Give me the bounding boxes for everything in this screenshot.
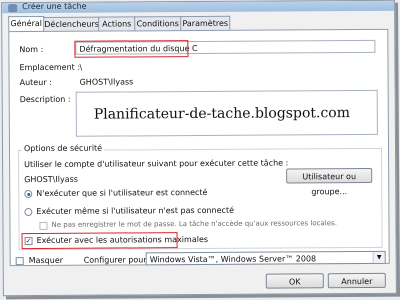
user-or-group-button[interactable]: Utilisateur ou groupe... <box>286 167 373 196</box>
tab-triggers-label: Déclencheurs <box>44 19 99 29</box>
title-bar[interactable]: Créer une tâche <box>2 0 395 14</box>
configure-for-select[interactable]: Windows Vista™, Windows Server™ 2008 ▼ <box>145 250 386 266</box>
task-scheduler-icon <box>8 4 18 13</box>
author-label: Auteur : <box>19 77 52 88</box>
create-task-dialog: Créer une tâche Général Déclencheurs Act… <box>1 0 397 297</box>
tab-actions[interactable]: Actions <box>98 16 136 32</box>
account-value: GHOST\Ilyass <box>24 174 78 185</box>
location-label: Emplacement : <box>19 62 81 73</box>
location-value: \ <box>79 62 83 72</box>
radio-run-always-label: Exécuter même si l'utilisateur n'est pas… <box>36 205 235 216</box>
tab-settings[interactable]: Paramètres <box>180 15 231 32</box>
tab-settings-label: Paramètres <box>182 18 229 29</box>
tab-general-label: Général <box>10 18 43 29</box>
description-label: Description : <box>19 94 71 105</box>
no-store-password-checkbox <box>39 221 48 230</box>
hidden-checkbox[interactable] <box>15 257 24 266</box>
chevron-down-icon: ▼ <box>372 251 385 263</box>
tab-actions-label: Actions <box>102 19 132 29</box>
radio-run-always[interactable] <box>24 208 33 217</box>
account-prompt: Utiliser le compte d'utilisateur suivant… <box>24 158 289 170</box>
tab-conditions[interactable]: Conditions <box>134 16 182 32</box>
hidden-label: Masquer <box>28 255 64 266</box>
privileges-highlight-box <box>21 232 178 250</box>
blog-watermark: Planificateur-de-tache.blogspot.com <box>93 105 351 123</box>
tab-conditions-label: Conditions <box>136 19 179 29</box>
tab-triggers[interactable]: Déclencheurs <box>43 16 100 32</box>
name-highlight-box <box>74 40 189 58</box>
general-panel: Nom : Défragmentation du disque C Emplac… <box>8 28 390 267</box>
name-label: Nom : <box>19 44 44 55</box>
security-group-label: Options de sécurité <box>21 143 105 154</box>
radio-run-when-logged-on[interactable] <box>24 190 33 199</box>
configure-for-value: Windows Vista™, Windows Server™ 2008 <box>149 254 317 265</box>
cancel-button[interactable]: Annuler <box>327 272 386 289</box>
window-title: Créer une tâche <box>22 1 87 12</box>
ok-button-label: OK <box>289 277 301 287</box>
cancel-button-label: Annuler <box>341 276 373 287</box>
screenshot-frame: Créer une tâche Général Déclencheurs Act… <box>0 0 400 300</box>
configure-for-label: Configurer pour : <box>83 255 152 265</box>
ok-button[interactable]: OK <box>265 273 324 289</box>
author-value: GHOST\Ilyass <box>79 77 134 87</box>
radio-run-when-logged-on-label: N'exécuter que si l'utilisateur est conn… <box>36 187 208 198</box>
tab-general[interactable]: Général <box>8 15 45 33</box>
